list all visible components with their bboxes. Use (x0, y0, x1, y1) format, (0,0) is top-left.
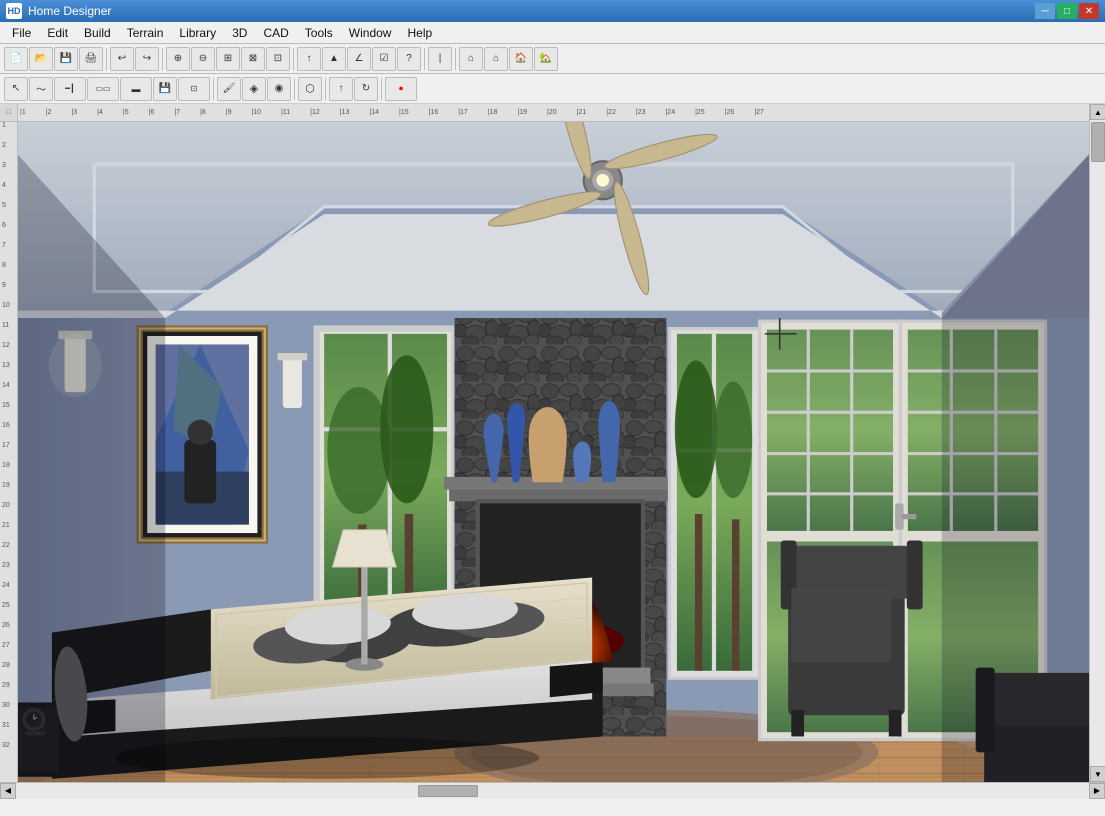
separator (424, 48, 425, 70)
ruler-top: |1 |2 |3 |4 |5 |6 |7 |8 |9 |10 |11 |12 |… (18, 104, 1089, 122)
open-button[interactable]: 📂 (29, 47, 53, 71)
main-area: □ 1 2 3 4 5 6 7 8 9 10 11 12 13 14 15 16… (0, 104, 1105, 782)
separator (106, 48, 107, 70)
minimize-button[interactable]: ─ (1035, 3, 1055, 19)
zoom-in-button[interactable]: ⊕ (166, 47, 190, 71)
undo-button[interactable]: ↩ (110, 47, 134, 71)
wall-angle-button[interactable]: ∠ (347, 47, 371, 71)
symbol-button[interactable]: ▲ (322, 47, 346, 71)
canvas-area[interactable]: |1 |2 |3 |4 |5 |6 |7 |8 |9 |10 |11 |12 |… (18, 104, 1089, 782)
scroll-up-button[interactable]: ▲ (1090, 104, 1105, 120)
zoom-window-button[interactable]: ⊡ (266, 47, 290, 71)
ruler-corner: □ (0, 104, 17, 122)
up-arrow-button[interactable]: ↑ (329, 77, 353, 101)
separator (162, 48, 163, 70)
scroll-track-bottom[interactable] (16, 783, 1089, 799)
window-controls: ─ □ ✕ (1035, 3, 1099, 19)
redo-button[interactable]: ↪ (135, 47, 159, 71)
menu-tools[interactable]: Tools (297, 24, 341, 42)
menu-build[interactable]: Build (76, 24, 119, 42)
separator (455, 48, 456, 70)
select-button[interactable]: ↖ (4, 77, 28, 101)
measure-button[interactable]: | (428, 47, 452, 71)
mark-button[interactable]: ☑ (372, 47, 396, 71)
app-title: Home Designer (28, 4, 1035, 18)
scrollbar-right: ▲ ▼ (1089, 104, 1105, 782)
rotate-button[interactable]: ↻ (354, 77, 378, 101)
menu-cad[interactable]: CAD (255, 24, 296, 42)
room-scene[interactable] (18, 122, 1089, 782)
toolbar1: 📄 📂 💾 🖨 ↩ ↪ ⊕ ⊖ ⊞ ⊠ ⊡ ↑ ▲ ∠ ☑ ? | ⌂ ⌂ 🏠 … (0, 44, 1105, 74)
cabinet-button[interactable]: ▬ (120, 77, 152, 101)
door-button[interactable]: ▭▭ (87, 77, 119, 101)
save-button[interactable]: 💾 (54, 47, 78, 71)
arrow-button[interactable]: ↑ (297, 47, 321, 71)
app-icon: HD (6, 3, 22, 19)
color-button[interactable]: ◈ (242, 77, 266, 101)
menubar: File Edit Build Terrain Library 3D CAD T… (0, 22, 1105, 44)
menu-3d[interactable]: 3D (224, 24, 255, 42)
paint-button[interactable]: 🖌 (217, 77, 241, 101)
new-button[interactable]: 📄 (4, 47, 28, 71)
menu-library[interactable]: Library (171, 24, 224, 42)
separator (325, 78, 326, 100)
menu-window[interactable]: Window (341, 24, 400, 42)
zoom-full-button[interactable]: ⊠ (241, 47, 265, 71)
separator (213, 78, 214, 100)
scroll-thumb-bottom[interactable] (418, 785, 478, 797)
dimension-button[interactable]: ⊡ (178, 77, 210, 101)
maximize-button[interactable]: □ (1057, 3, 1077, 19)
rec-button[interactable]: ⏺ (385, 77, 417, 101)
scroll-track-right[interactable] (1090, 120, 1105, 766)
zoom-out-button[interactable]: ⊖ (191, 47, 215, 71)
wall-button[interactable]: ━┃ (54, 77, 86, 101)
scroll-left-button[interactable]: ◀ (0, 783, 16, 799)
material-button[interactable]: ◉ (267, 77, 291, 101)
menu-terrain[interactable]: Terrain (119, 24, 172, 42)
help-button[interactable]: ? (397, 47, 421, 71)
separator (294, 78, 295, 100)
scroll-thumb-right[interactable] (1091, 122, 1105, 162)
toolbar2: ↖ 〜 ━┃ ▭▭ ▬ 💾 ⊡ 🖌 ◈ ◉ ⬡ ↑ ↻ ⏺ (0, 74, 1105, 104)
roof3-button[interactable]: 🏠 (509, 47, 533, 71)
scene-svg (18, 122, 1089, 782)
separator (381, 78, 382, 100)
separator (293, 48, 294, 70)
statusbar (0, 798, 1105, 816)
lamp-button[interactable]: ⬡ (298, 77, 322, 101)
polyline-button[interactable]: 〜 (29, 77, 53, 101)
menu-edit[interactable]: Edit (39, 24, 76, 42)
scroll-right-button[interactable]: ▶ (1089, 783, 1105, 799)
menu-file[interactable]: File (4, 24, 39, 42)
roof2-button[interactable]: ⌂ (484, 47, 508, 71)
roof1-button[interactable]: ⌂ (459, 47, 483, 71)
save2-button[interactable]: 💾 (153, 77, 177, 101)
zoom-fit-button[interactable]: ⊞ (216, 47, 240, 71)
roof4-button[interactable]: 🏡 (534, 47, 558, 71)
scrollbar-bottom: ◀ ▶ (0, 782, 1105, 798)
print-button[interactable]: 🖨 (79, 47, 103, 71)
close-button[interactable]: ✕ (1079, 3, 1099, 19)
ruler-left: □ 1 2 3 4 5 6 7 8 9 10 11 12 13 14 15 16… (0, 104, 18, 782)
titlebar: HD Home Designer ─ □ ✕ (0, 0, 1105, 22)
scroll-down-button[interactable]: ▼ (1090, 766, 1105, 782)
menu-help[interactable]: Help (399, 24, 440, 42)
